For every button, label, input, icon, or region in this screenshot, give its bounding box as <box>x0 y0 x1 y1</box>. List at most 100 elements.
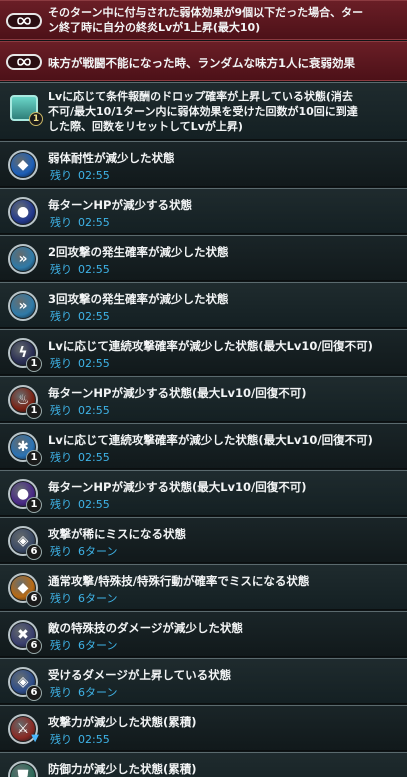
remaining-label: 残り <box>50 357 72 370</box>
remaining-label: 残り <box>50 451 72 464</box>
remaining-value: 02:55 <box>78 498 110 511</box>
effect-row[interactable]: ♨ 1 毎ターンHPが減少する状態(最大Lv10/回復不可) 残り 02:55 <box>0 376 407 422</box>
effect-row[interactable]: ◆ 弱体耐性が減少した状態 残り 02:55 <box>0 141 407 187</box>
status-effect-list[interactable]: そのターン中に付与された弱体効果が9個以下だった場合、ター ン終了時に自分の終炎… <box>0 0 407 777</box>
effect-row[interactable]: » 2回攻撃の発生確率が減少した状態 残り 02:55 <box>0 235 407 281</box>
effect-title: Lvに応じて連続攻撃確率が減少した状態(最大Lv10/回復不可) <box>48 433 373 447</box>
remaining-label: 残り <box>50 733 72 746</box>
remaining-time: 残り 02:55 <box>50 402 110 418</box>
remaining-value: 02:55 <box>78 733 110 746</box>
effect-title: 毎ターンHPが減少する状態 <box>48 198 192 212</box>
special-damage-down-icon: ✖ 6 <box>8 620 42 654</box>
effect-row[interactable]: ◈ 6 攻撃が稀にミスになる状態 残り 6ターン <box>0 517 407 563</box>
remaining-value: 02:55 <box>78 357 110 370</box>
remaining-time: 残り 02:55 <box>50 496 110 512</box>
effect-row[interactable]: ● 毎ターンHPが減少する状態 残り 02:55 <box>0 188 407 234</box>
miss-chance-icon: ◆ 6 <box>8 573 42 607</box>
double-attack-down-icon: » <box>8 244 38 274</box>
combo-lv-icon: ✱ 1 <box>8 432 42 466</box>
remaining-value: 02:55 <box>78 451 110 464</box>
debuff-resist-icon: ◆ <box>8 150 38 180</box>
stack-badge: 6 <box>26 685 42 701</box>
remaining-time: 残り 02:55 <box>50 449 110 465</box>
stack-badge: 1 <box>26 356 42 372</box>
treasure-chest-icon: 1 <box>10 95 43 126</box>
effect-row[interactable]: ✱ 1 Lvに応じて連続攻撃確率が減少した状態(最大Lv10/回復不可) 残り 02:5… <box>0 423 407 469</box>
effect-row[interactable]: ◈ 6 受けるダメージが上昇している状態 残り 6ターン <box>0 658 407 704</box>
poison-icon: ● <box>8 197 38 227</box>
triple-attack-down-icon: » <box>8 291 38 321</box>
remaining-time: 残り 6ターン <box>50 684 117 700</box>
remaining-time: 残り 02:55 <box>50 355 110 371</box>
effect-description: そのターン中に付与された弱体効果が9個以下だった場合、ター ン終了時に自分の終炎… <box>48 5 363 35</box>
stack-badge: 6 <box>26 544 42 560</box>
effect-row[interactable]: ◆ 6 通常攻撃/特殊技/特殊行動が確率でミスになる状態 残り 6ターン <box>0 564 407 610</box>
effect-row[interactable]: ⚔ ▼ 攻撃力が減少した状態(累積) 残り 02:55 <box>0 705 407 751</box>
stack-badge: 1 <box>26 497 42 513</box>
effect-line: ン終了時に自分の終炎Lvが1上昇(最大10) <box>48 21 261 34</box>
remaining-value: 6ターン <box>78 639 118 652</box>
dark-dot-lv-icon: ● 1 <box>8 479 42 513</box>
effect-row[interactable]: ⛊▼防御力が減少した状態(累積)残り02:55 <box>0 752 407 777</box>
remaining-time: 残り 6ターン <box>50 590 117 606</box>
icon-glyph: ⛊ <box>17 768 29 777</box>
remaining-time: 残り 6ターン <box>50 543 117 559</box>
stack-badge: 6 <box>26 638 42 654</box>
infinity-icon <box>6 54 42 70</box>
effect-row[interactable]: ✖ 6 敵の特殊技のダメージが減少した状態 残り 6ターン <box>0 611 407 657</box>
effect-row-pill[interactable]: 味方が戦闘不能になった時、ランダムな味方1人に衰弱効果 <box>0 41 407 81</box>
remaining-time: 残り 6ターン <box>50 637 117 653</box>
effect-line: そのターン中に付与された弱体効果が9個以下だった場合、ター <box>48 6 364 19</box>
remaining-value: 02:55 <box>78 310 110 323</box>
icon-glyph: » <box>18 298 28 314</box>
stack-badge: 6 <box>26 591 42 607</box>
effect-title: 弱体耐性が減少した状態 <box>48 151 175 165</box>
remaining-value: 02:55 <box>78 404 110 417</box>
remaining-label: 残り <box>50 263 72 276</box>
effect-title: 防御力が減少した状態(累積) <box>48 762 197 776</box>
remaining-label: 残り <box>50 310 72 323</box>
remaining-label: 残り <box>50 639 72 652</box>
effect-title: 3回攻撃の発生確率が減少した状態 <box>48 292 229 306</box>
effect-title: Lvに応じて連続攻撃確率が減少した状態(最大Lv10/回復不可) <box>48 339 373 353</box>
remaining-label: 残り <box>50 686 72 699</box>
down-arrow-icon: ▼ <box>31 733 39 744</box>
remaining-label: 残り <box>50 404 72 417</box>
effect-title: 攻撃が稀にミスになる状態 <box>48 527 186 541</box>
effect-title: 攻撃力が減少した状態(累積) <box>48 715 197 729</box>
effect-title: 毎ターンHPが減少する状態(最大Lv10/回復不可) <box>48 480 307 494</box>
effect-row[interactable]: ϟ 1 Lvに応じて連続攻撃確率が減少した状態(最大Lv10/回復不可) 残り 02:5… <box>0 329 407 375</box>
effect-line: 不可/最大10/1ターン内に弱体効果を受けた回数が10回に到達 <box>48 105 358 118</box>
effect-title: 受けるダメージが上昇している状態 <box>48 668 232 682</box>
icon-glyph: ◆ <box>17 157 29 173</box>
remaining-value: 02:55 <box>78 263 110 276</box>
effect-row-pill[interactable]: そのターン中に付与された弱体効果が9個以下だった場合、ター ン終了時に自分の終炎… <box>0 0 407 40</box>
stack-badge: 1 <box>26 403 42 419</box>
effect-line: した際、回数をリセットしてLvが上昇) <box>48 120 243 133</box>
effect-description: Lvに応じて条件報酬のドロップ確率が上昇している状態(消去 不可/最大10/1タ… <box>48 89 358 134</box>
effect-title: 敵の特殊技のダメージが減少した状態 <box>48 621 243 635</box>
icon-glyph: ● <box>16 204 30 220</box>
remaining-label: 残り <box>50 545 72 558</box>
remaining-time: 残り 02:55 <box>50 261 110 277</box>
damage-taken-up-icon: ◈ 6 <box>8 667 42 701</box>
effect-line: Lvに応じて条件報酬のドロップ確率が上昇している状態(消去 <box>48 90 353 103</box>
remaining-value: 6ターン <box>78 686 118 699</box>
effect-row-lv[interactable]: 1 Lvに応じて条件報酬のドロップ確率が上昇している状態(消去 不可/最大10/… <box>0 82 407 140</box>
effect-row[interactable]: » 3回攻撃の発生確率が減少した状態 残り 02:55 <box>0 282 407 328</box>
defense-down-icon: ⛊▼ <box>8 761 38 777</box>
effect-row[interactable]: ● 1 毎ターンHPが減少する状態(最大Lv10/回復不可) 残り 02:55 <box>0 470 407 516</box>
burn-lv-icon: ♨ 1 <box>8 385 42 419</box>
stack-badge: 1 <box>26 450 42 466</box>
effect-title: 毎ターンHPが減少する状態(最大Lv10/回復不可) <box>48 386 307 400</box>
remaining-value: 02:55 <box>78 169 110 182</box>
combo-lv-icon: ϟ1 <box>8 338 42 372</box>
remaining-time: 残り 02:55 <box>50 167 110 183</box>
remaining-label: 残り <box>50 216 72 229</box>
lv-badge: 1 <box>29 112 43 126</box>
icon-glyph: » <box>18 251 28 267</box>
attack-down-icon: ⚔ ▼ <box>8 714 39 744</box>
remaining-value: 02:55 <box>78 216 110 229</box>
remaining-label: 残り <box>50 169 72 182</box>
remaining-time: 残り 02:55 <box>50 308 110 324</box>
